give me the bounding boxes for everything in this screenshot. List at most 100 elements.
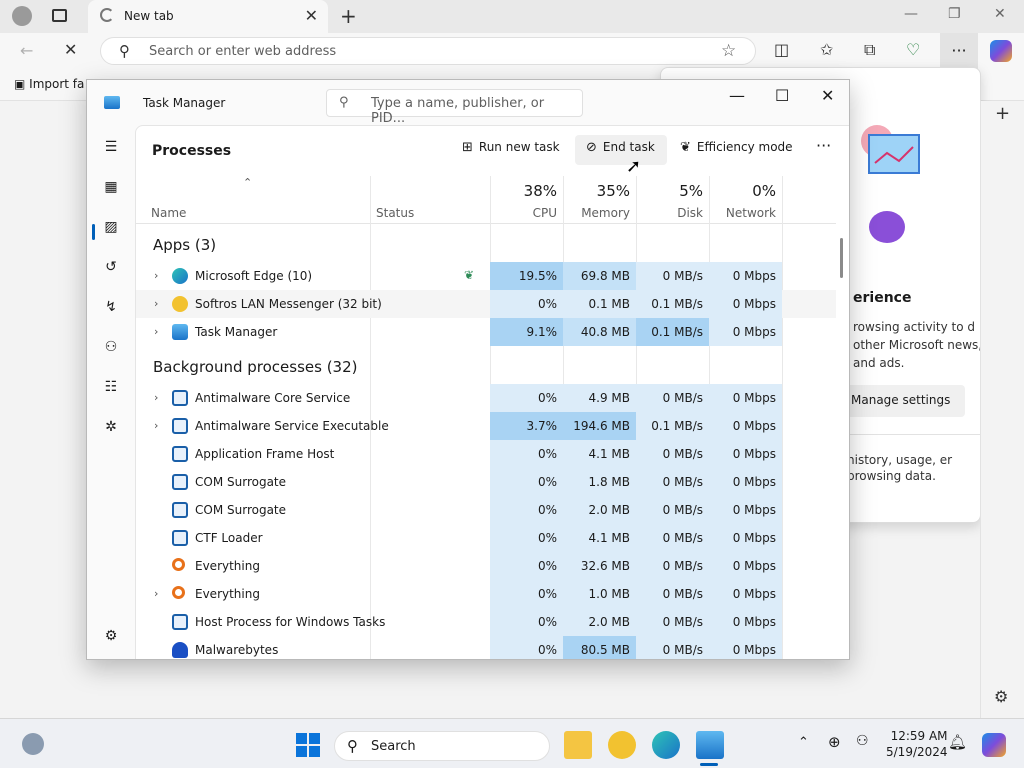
- nav-details-icon[interactable]: ☷: [101, 377, 121, 397]
- close-tab-icon[interactable]: ✕: [305, 6, 318, 25]
- nav-startup-apps-icon[interactable]: ↯: [101, 297, 121, 317]
- split-screen-icon[interactable]: ◫: [774, 40, 789, 59]
- more-options-icon[interactable]: ···: [816, 136, 831, 155]
- malwarebytes-icon: [172, 642, 188, 658]
- illustration-icon: [861, 125, 920, 243]
- service-window-icon: [172, 502, 188, 518]
- browser-essentials-icon[interactable]: ♡: [906, 40, 920, 59]
- disk-cell: 0 MB/s: [636, 552, 709, 580]
- leaf-icon: ❦: [680, 140, 691, 155]
- manage-settings-button[interactable]: Manage settings: [841, 385, 965, 417]
- hamburger-menu-icon[interactable]: ☰: [101, 137, 121, 157]
- end-task-icon: ⊘: [586, 140, 597, 155]
- column-cpu[interactable]: CPU: [490, 206, 557, 220]
- browser-tab-new-tab[interactable]: New tab ✕: [88, 0, 328, 33]
- service-window-icon: [172, 446, 188, 462]
- favorites-icon[interactable]: ✩: [820, 40, 833, 59]
- copilot-taskbar-icon[interactable]: [982, 733, 1006, 757]
- nav-selection-indicator: [92, 224, 95, 240]
- taskbar-clock[interactable]: 12:59 AM 5/19/2024: [886, 728, 948, 760]
- tm-minimize-icon[interactable]: —: [729, 86, 745, 105]
- minimize-icon[interactable]: —: [904, 6, 918, 22]
- table-row[interactable]: Application Frame Host 0% 4.1 MB 0 MB/s …: [136, 440, 836, 468]
- run-new-task-button[interactable]: ⊞ Run new task: [462, 140, 560, 155]
- column-disk[interactable]: Disk: [636, 206, 703, 220]
- table-row[interactable]: Everything 0% 32.6 MB 0 MB/s 0 Mbps: [136, 552, 836, 580]
- table-row[interactable]: › Softros LAN Messenger (32 bit) 0% 0.1 …: [136, 290, 836, 318]
- process-name: Application Frame Host: [195, 447, 335, 461]
- address-bar[interactable]: ⚲ Search or enter web address ☆: [100, 37, 756, 65]
- start-icon[interactable]: [296, 733, 320, 757]
- restore-icon[interactable]: ❐: [948, 6, 961, 22]
- page-title: Processes: [152, 143, 232, 159]
- column-name[interactable]: Name: [151, 206, 186, 220]
- edge-taskbar-icon[interactable]: [652, 731, 680, 759]
- memory-cell: 1.8 MB: [563, 468, 636, 496]
- widgets-icon[interactable]: [22, 733, 44, 755]
- expand-chevron-icon[interactable]: ›: [154, 297, 158, 310]
- sidebar-settings-icon[interactable]: ⚙: [994, 687, 1008, 706]
- nav-processes-icon[interactable]: ▦: [101, 177, 121, 197]
- process-search-input[interactable]: ⚲ Type a name, publisher, or PID...: [326, 89, 583, 126]
- show-hidden-icons-icon[interactable]: ⌃: [798, 735, 809, 750]
- column-memory[interactable]: Memory: [563, 206, 630, 220]
- tab-actions-icon[interactable]: [52, 9, 67, 22]
- table-row[interactable]: COM Surrogate 0% 2.0 MB 0 MB/s 0 Mbps: [136, 496, 836, 524]
- table-row[interactable]: › Task Manager 9.1% 40.8 MB 0.1 MB/s 0 M…: [136, 318, 836, 346]
- stop-loading-icon[interactable]: ✕: [64, 40, 77, 59]
- language-icon[interactable]: ⊕: [828, 733, 841, 751]
- expand-chevron-icon[interactable]: ›: [154, 325, 158, 338]
- column-network[interactable]: Network: [709, 206, 776, 220]
- cpu-cell: 9.1%: [490, 318, 563, 346]
- table-row[interactable]: Host Process for Windows Tasks 0% 2.0 MB…: [136, 608, 836, 636]
- expand-chevron-icon[interactable]: ›: [154, 269, 158, 282]
- network-total: 0%: [752, 182, 776, 200]
- collections-icon[interactable]: ⧉: [864, 40, 875, 60]
- table-row[interactable]: Malwarebytes 0% 80.5 MB 0 MB/s 0 Mbps: [136, 636, 836, 659]
- close-window-icon[interactable]: ✕: [994, 6, 1006, 22]
- taskbar-search-box[interactable]: ⚲ Search: [334, 731, 550, 761]
- service-window-icon: [172, 390, 188, 406]
- task-manager-taskbar-icon[interactable]: [696, 731, 724, 759]
- import-favorites-link[interactable]: ▣ Import fa: [14, 77, 84, 91]
- favorite-star-icon[interactable]: ☆: [721, 41, 736, 61]
- cpu-cell: 0%: [490, 608, 563, 636]
- copilot-icon[interactable]: [990, 40, 1012, 62]
- profile-icon[interactable]: [12, 6, 32, 26]
- efficiency-mode-button[interactable]: ❦ Efficiency mode: [680, 140, 793, 155]
- notification-bell-icon[interactable]: 🔔︎: [948, 733, 967, 751]
- scrollbar[interactable]: [840, 238, 843, 278]
- network-cell: 0 Mbps: [709, 468, 782, 496]
- table-row[interactable]: › Microsoft Edge (10) ❦ 19.5% 69.8 MB 0 …: [136, 262, 836, 290]
- network-status-icon[interactable]: ⚇: [856, 733, 869, 749]
- expand-chevron-icon[interactable]: ›: [154, 587, 158, 600]
- table-row[interactable]: › Antimalware Core Service 0% 4.9 MB 0 M…: [136, 384, 836, 412]
- table-row[interactable]: › Antimalware Service Executable 3.7% 19…: [136, 412, 836, 440]
- add-sidebar-icon[interactable]: +: [995, 103, 1010, 124]
- nav-app-history-icon[interactable]: ↺: [101, 257, 121, 277]
- process-name: Softros LAN Messenger (32 bit): [195, 297, 382, 311]
- messenger-taskbar-icon[interactable]: [608, 731, 636, 759]
- back-icon[interactable]: ←: [20, 41, 33, 60]
- cpu-total: 38%: [523, 182, 557, 200]
- tm-maximize-icon[interactable]: ☐: [775, 86, 789, 105]
- expand-chevron-icon[interactable]: ›: [154, 391, 158, 404]
- table-row[interactable]: CTF Loader 0% 4.1 MB 0 MB/s 0 Mbps: [136, 524, 836, 552]
- table-row[interactable]: › Everything 0% 1.0 MB 0 MB/s 0 Mbps: [136, 580, 836, 608]
- end-task-button[interactable]: ⊘ End task: [586, 140, 655, 155]
- process-name: Malwarebytes: [195, 643, 279, 657]
- expand-chevron-icon[interactable]: ›: [154, 419, 158, 432]
- column-status[interactable]: Status: [376, 206, 414, 220]
- nav-services-icon[interactable]: ✲: [101, 417, 121, 437]
- new-tab-icon[interactable]: +: [340, 4, 357, 28]
- file-explorer-icon[interactable]: [564, 731, 592, 759]
- settings-and-more-icon[interactable]: ···: [940, 33, 978, 69]
- process-name: COM Surrogate: [195, 503, 287, 517]
- table-row[interactable]: COM Surrogate 0% 1.8 MB 0 MB/s 0 Mbps: [136, 468, 836, 496]
- service-window-icon: [172, 614, 188, 630]
- nav-settings-icon[interactable]: ⚙: [101, 626, 121, 646]
- efficiency-mode-label: Efficiency mode: [696, 140, 793, 154]
- tm-close-icon[interactable]: ✕: [821, 86, 834, 105]
- nav-users-icon[interactable]: ⚇: [101, 337, 121, 357]
- nav-performance-icon[interactable]: ▨: [101, 217, 121, 237]
